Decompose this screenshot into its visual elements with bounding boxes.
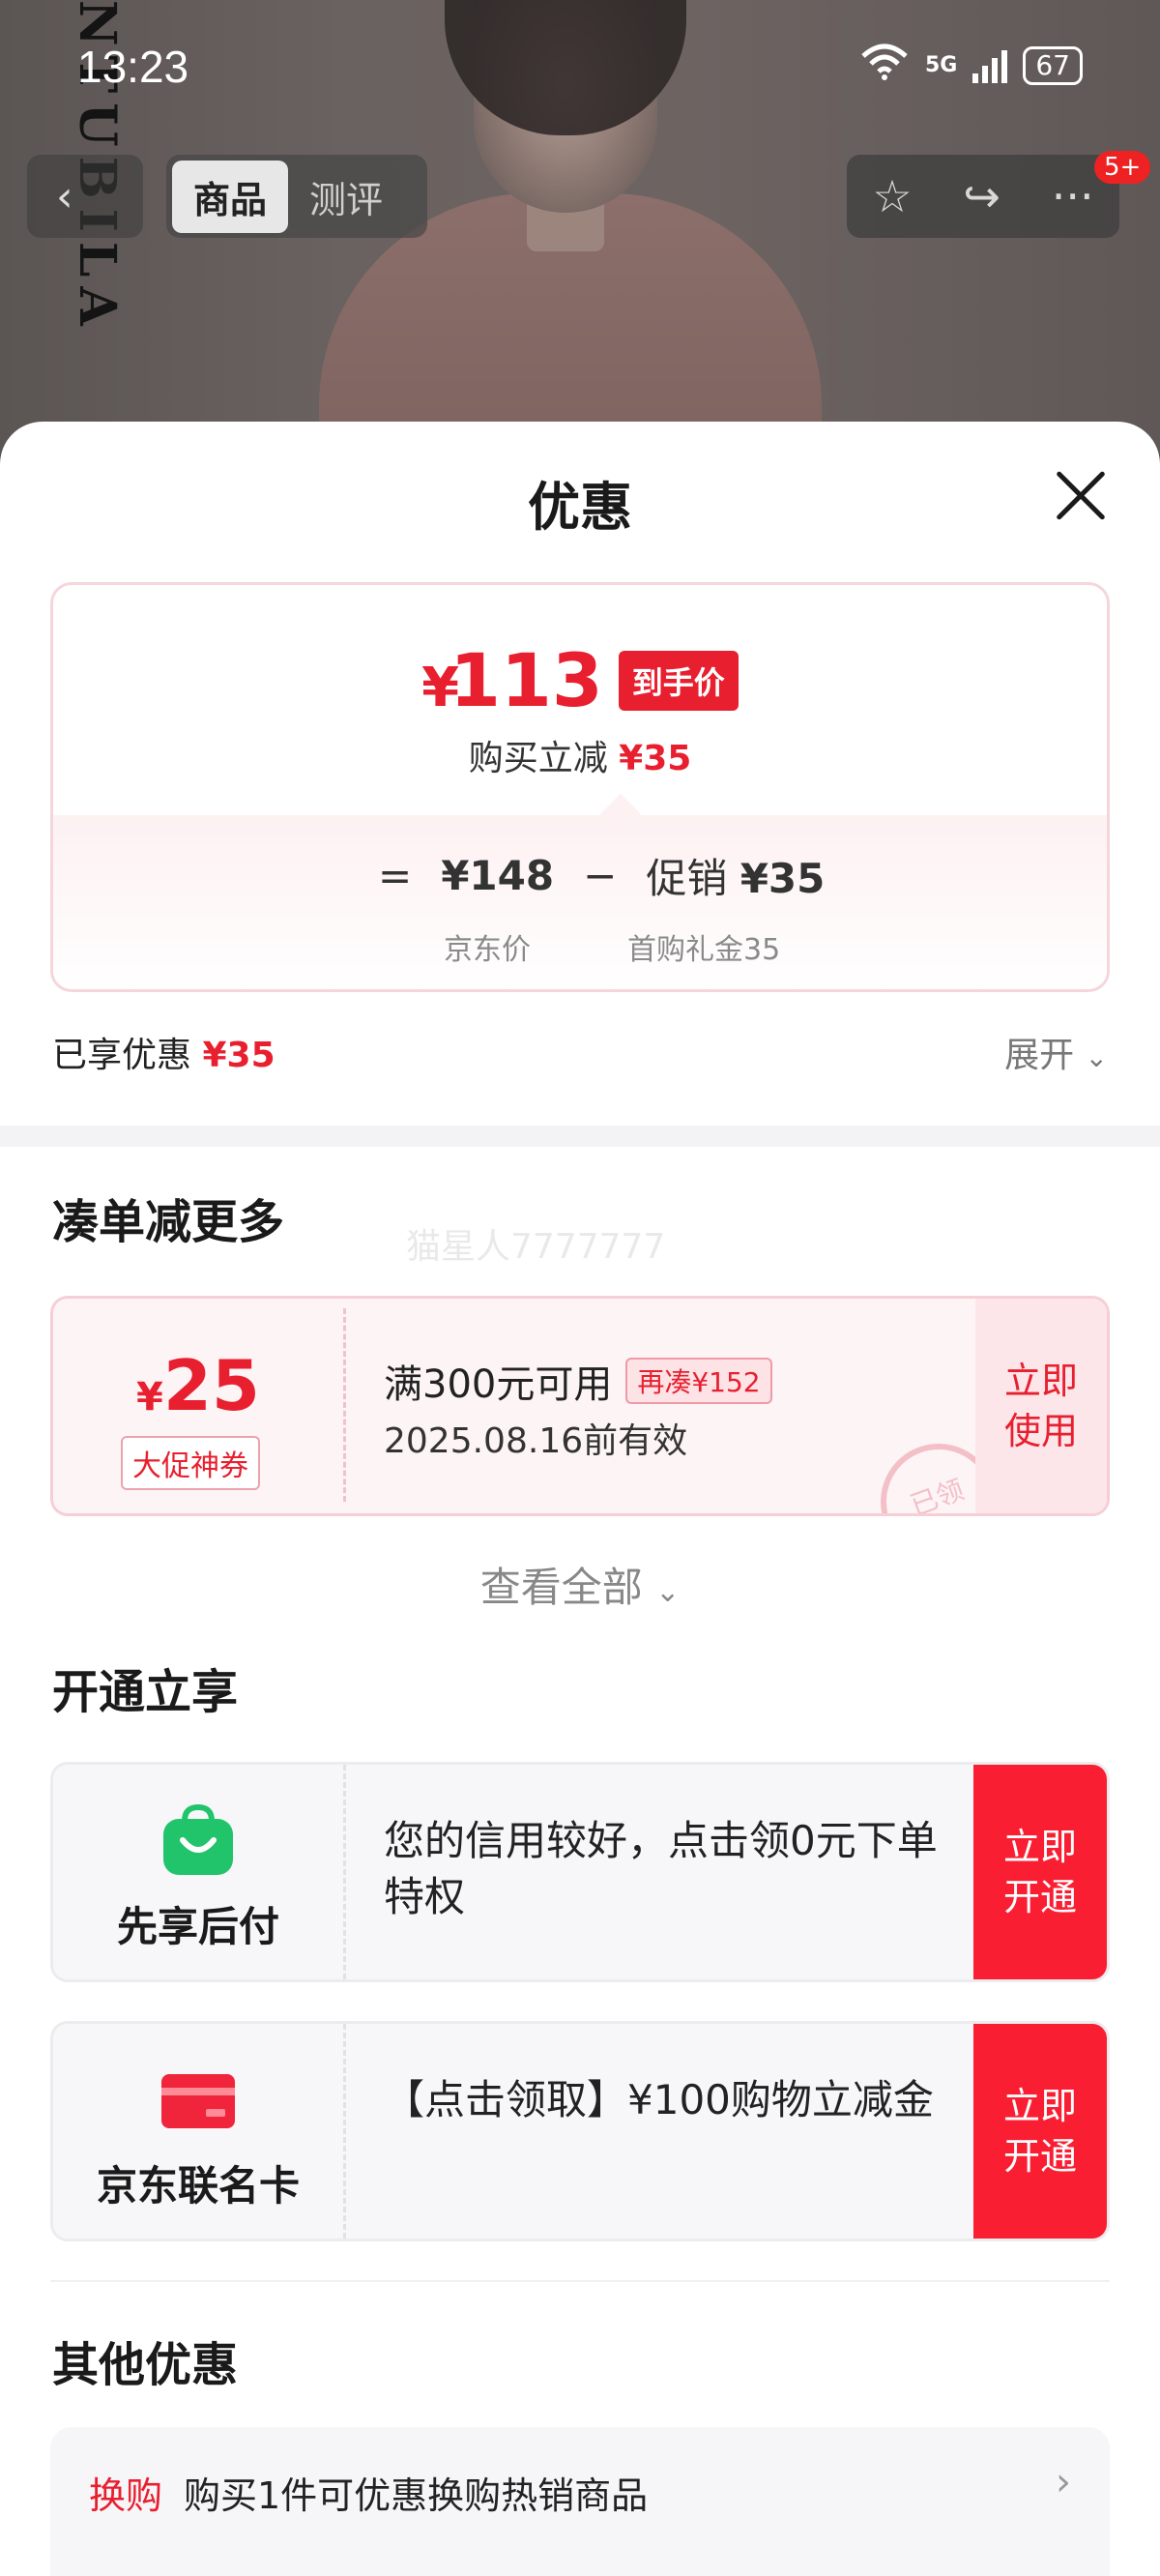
promo-amount: ¥35 [740, 855, 826, 902]
status-time: 13:23 [77, 42, 189, 92]
cobrand-card: 京东联名卡 【点击领取】¥100购物立减金 立即开通 [50, 2021, 1110, 2241]
jd-price-label: 京东价 [444, 933, 531, 967]
promo-detail: 首购礼金35 [627, 933, 781, 967]
top-actions: ☆ ↪ ··· [847, 155, 1119, 238]
network-type: 5G [924, 53, 958, 77]
chevron-left-icon: ‹ [56, 172, 73, 221]
status-icons: 5G 67 [859, 43, 1083, 88]
price-summary-card: ¥113 到手价 购买立减 ¥35 = ¥148 − 促销 ¥35 京东价 首购… [50, 582, 1110, 992]
expand-button[interactable]: 展开 ⌄ [1004, 1027, 1108, 1077]
close-icon[interactable] [1054, 468, 1108, 522]
cobrand-text: 【点击领取】¥100购物立减金 [384, 2076, 934, 2123]
user-watermark: 猫星人7777777 [406, 1227, 666, 1267]
more-section-heading: 凑单减更多 [52, 1195, 285, 1249]
coupon-card: ¥25 大促神券 满300元可用 再凑¥152 2025.08.16前有效 已领… [50, 1296, 1110, 1516]
coupon-extra-badge: 再凑¥152 [625, 1358, 772, 1404]
open-pay-later-button[interactable]: 立即开通 [973, 1765, 1107, 1979]
expand-label: 展开 [1004, 1036, 1075, 1075]
shopping-bag-icon [161, 1803, 235, 1877]
enjoyed-label: 已享优惠 [52, 1036, 192, 1075]
status-bar: 13:23 5G 67 [0, 0, 1160, 135]
reduce-label: 购买立减 [468, 739, 608, 778]
cobrand-label: 京东联名卡 [96, 2162, 300, 2210]
reduce-line: 购买立减 ¥35 [53, 730, 1107, 780]
other-offer-text: 购买1件可优惠换购热销商品 [184, 2474, 649, 2517]
section-divider [0, 1126, 1160, 1147]
coupon-expiry: 2025.08.16前有效 [384, 1421, 688, 1461]
signal-icon [972, 48, 1008, 83]
view-all-label: 查看全部 [479, 1564, 643, 1611]
chevron-down-icon: ⌄ [1085, 1041, 1108, 1073]
pay-later-card: 先享后付 您的信用较好，点击领0元下单特权 立即开通 [50, 1762, 1110, 1982]
battery-icon: 67 [1023, 45, 1083, 85]
open-section-heading: 开通立享 [52, 1665, 239, 1719]
jd-price: ¥148 [441, 852, 555, 899]
pay-later-label: 先享后付 [116, 1903, 279, 1950]
final-price: 113 [450, 637, 603, 723]
promo-label: 促销 [646, 855, 728, 902]
enjoyed-discount: 已享优惠 ¥35 [52, 1027, 276, 1077]
sheet-title: 优惠 [528, 477, 632, 538]
top-tabs: 商品 测评 [166, 155, 427, 238]
other-offer-tag: 换购 [89, 2474, 163, 2517]
coupon-separator [343, 1308, 346, 1502]
minus-sign: − [583, 852, 618, 899]
coupon-tag: 大促神券 [121, 1436, 260, 1490]
chevron-right-icon: › [1056, 2460, 1071, 2504]
chevron-down-icon: ⌄ [655, 1575, 681, 1609]
tab-product[interactable]: 商品 [172, 160, 289, 233]
open-cobrand-button[interactable]: 立即开通 [973, 2024, 1107, 2239]
pay-later-text: 您的信用较好，点击领0元下单特权 [384, 1817, 938, 1920]
share-icon[interactable]: ↪ [963, 170, 1000, 222]
tab-review[interactable]: 测评 [288, 161, 404, 233]
use-coupon-button[interactable]: 立即使用 [975, 1299, 1107, 1513]
enjoyed-amount: ¥35 [202, 1036, 276, 1075]
price-breakdown: = ¥148 − 促销 ¥35 京东价 首购礼金35 [53, 815, 1107, 989]
final-price-row: ¥113 到手价 [53, 637, 1107, 723]
other-section-heading: 其他优惠 [52, 2338, 239, 2392]
back-button[interactable]: ‹ [27, 155, 143, 238]
wifi-icon [859, 43, 910, 88]
reduce-amount: ¥35 [619, 739, 692, 778]
discount-sheet: 优惠 ¥113 到手价 购买立减 ¥35 = ¥148 − 促销 ¥35 京东价… [0, 422, 1160, 2576]
more-badge: 5+ [1094, 151, 1151, 184]
other-offer-item[interactable]: 换购 购买1件可优惠换购热销商品 › [50, 2427, 1110, 2576]
star-icon[interactable]: ☆ [872, 170, 912, 222]
coupon-amount: ¥25 [135, 1345, 261, 1426]
more-icon[interactable]: ··· [1052, 170, 1094, 222]
credit-card-icon [161, 2063, 235, 2136]
final-price-tag: 到手价 [618, 650, 739, 711]
coupon-condition: 满300元可用 [384, 1362, 613, 1407]
equals-sign: = [378, 852, 413, 899]
thin-divider [50, 2280, 1110, 2282]
view-all-button[interactable]: 查看全部 ⌄ [0, 1555, 1160, 1614]
